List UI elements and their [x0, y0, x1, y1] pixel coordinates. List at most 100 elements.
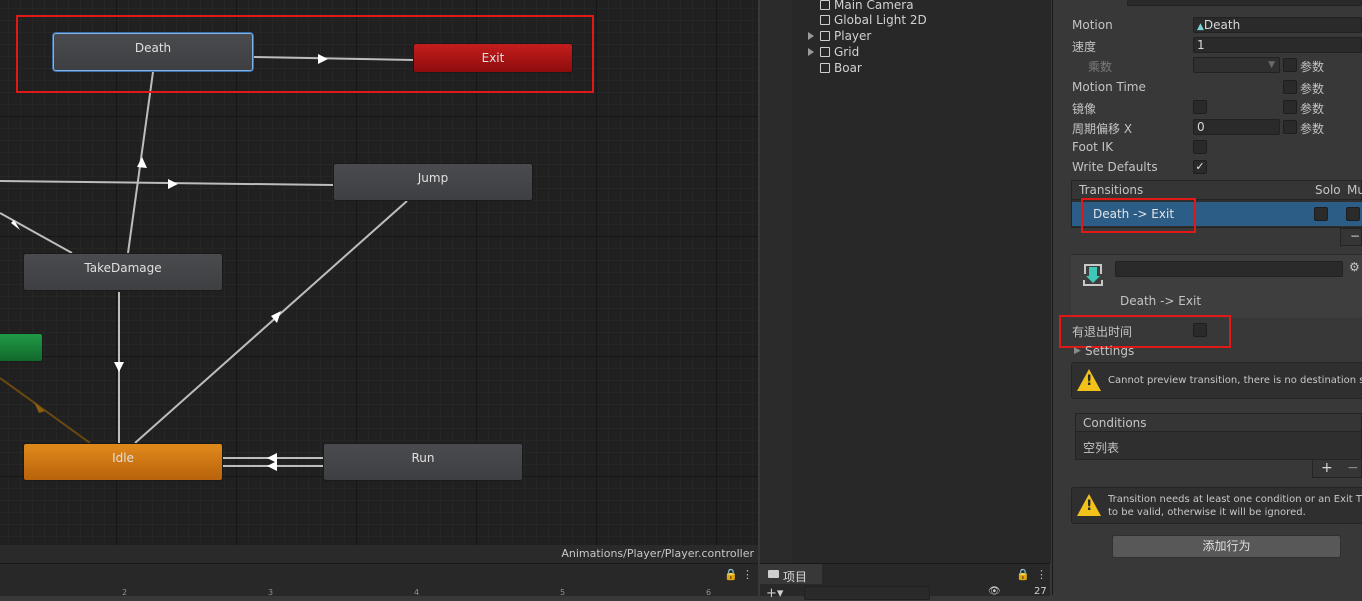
transitions-header-label: Transitions [1079, 183, 1144, 197]
top-field[interactable] [1127, 0, 1362, 6]
conditions-header: Conditions [1075, 413, 1362, 432]
eye-icon[interactable]: 👁 [988, 586, 1001, 597]
hierarchy-item-label: Player [834, 29, 872, 43]
timeline-bar: 🔒 ⋮ 2 3 4 5 6 [0, 563, 758, 597]
hierarchy-item[interactable]: Boar [820, 60, 862, 76]
add-behaviour-button[interactable]: 添加行为 [1112, 535, 1341, 558]
param-label: 参数 [1300, 122, 1325, 136]
expand-arrow-icon[interactable] [808, 32, 814, 40]
conditions-header-label: Conditions [1083, 416, 1147, 430]
project-count: 27 [1034, 586, 1047, 597]
condition-warning-line2: to be valid, otherwise it will be ignore… [1108, 507, 1306, 518]
state-idle-label: Idle [112, 451, 134, 465]
transition-title: Death -> Exit [1120, 294, 1202, 308]
mirror-checkbox[interactable] [1193, 100, 1207, 114]
mirror-param-checkbox[interactable] [1283, 100, 1297, 114]
hierarchy-item[interactable]: Grid [820, 44, 859, 60]
state-take-damage[interactable]: TakeDamage [23, 253, 223, 291]
mirror-label: 镜像 [1072, 102, 1097, 116]
write-defaults-checkbox[interactable]: ✓ [1193, 160, 1207, 174]
hierarchy-item[interactable]: Global Light 2D [820, 12, 927, 28]
hierarchy-item[interactable]: Player [820, 28, 871, 44]
lock-icon[interactable]: 🔒 [1016, 568, 1030, 581]
state-run[interactable]: Run [323, 443, 523, 481]
hierarchy-item-label: Global Light 2D [834, 13, 927, 27]
transition-row-label: Death -> Exit [1093, 207, 1175, 221]
timeline-tick: 3 [268, 588, 274, 597]
mute-checkbox[interactable] [1346, 207, 1360, 221]
tab-project-label: 项目 [783, 570, 808, 584]
cycle-offset-param-checkbox[interactable] [1283, 120, 1297, 134]
transitions-header: Transitions Solo Mu [1071, 180, 1362, 200]
speed-field[interactable]: 1 [1193, 37, 1362, 53]
transition-row[interactable]: Death -> Exit [1072, 202, 1362, 226]
project-search-input[interactable] [804, 586, 930, 600]
multiplier-dropdown[interactable]: ▼ [1193, 57, 1280, 73]
hierarchy-item-label: Boar [834, 61, 862, 75]
foot-ik-label: Foot IK [1072, 140, 1114, 154]
foldout-arrow-icon[interactable]: ▶ [1074, 346, 1081, 356]
gameobject-icon [820, 0, 830, 10]
controller-path: Animations/Player/Player.controller [561, 547, 754, 560]
state-jump[interactable]: Jump [333, 163, 533, 201]
state-death[interactable]: Death [53, 33, 253, 71]
state-take-damage-label: TakeDamage [84, 261, 162, 275]
remove-transition-button[interactable]: − [1340, 228, 1362, 246]
animation-clip-icon: ▲ [1197, 22, 1204, 32]
hierarchy-gutter [760, 0, 792, 563]
motion-field[interactable]: ▲Death [1193, 17, 1362, 33]
settings-foldout[interactable]: Settings [1085, 344, 1134, 358]
project-panel-header: 项目 🔒 ⋮ +▾ 👁 27 [760, 563, 1050, 601]
add-condition-icon[interactable]: + [1321, 460, 1333, 476]
timeline-tick: 4 [414, 588, 420, 597]
param-label: 参数 [1300, 102, 1325, 116]
cycle-offset-label: 周期偏移 X [1072, 122, 1133, 136]
has-exit-time-checkbox[interactable] [1193, 323, 1207, 337]
state-entry[interactable] [0, 333, 43, 362]
state-jump-label: Jump [417, 171, 449, 185]
state-exit-label: Exit [481, 51, 505, 65]
timeline-tick: 2 [122, 588, 128, 597]
animator-graph[interactable]: Death Exit Jump TakeDamage Idle Run Anim… [0, 0, 758, 563]
gameobject-icon [820, 63, 830, 73]
preview-warning-text: Cannot preview transition, there is no d… [1108, 375, 1362, 386]
has-exit-time-label: 有退出时间 [1072, 325, 1133, 339]
gear-icon[interactable]: ⚙ [1349, 260, 1360, 274]
hierarchy-item-label: Grid [834, 45, 860, 59]
motion-label: Motion [1072, 18, 1113, 32]
transition-name-field[interactable] [1115, 261, 1343, 277]
multiplier-param-checkbox[interactable] [1283, 58, 1297, 72]
param-label: 参数 [1300, 60, 1325, 74]
solo-checkbox[interactable] [1314, 207, 1328, 221]
gameobject-icon [820, 31, 830, 41]
multiplier-label: 乘数 [1088, 60, 1113, 74]
expand-arrow-icon[interactable] [808, 48, 814, 56]
folder-icon [768, 570, 779, 578]
menu-icon[interactable]: ⋮ [1036, 568, 1047, 581]
motion-time-param-checkbox[interactable] [1283, 80, 1297, 94]
hierarchy-item-label: Main Camera [834, 0, 914, 12]
motion-time-label: Motion Time [1072, 80, 1146, 94]
gameobject-icon [820, 15, 830, 25]
lock-icon[interactable]: 🔒 [724, 568, 738, 581]
tab-project[interactable]: 项目 [760, 564, 822, 584]
speed-label: 速度 [1072, 40, 1097, 54]
param-label: 参数 [1300, 82, 1325, 96]
conditions-empty-label: 空列表 [1083, 441, 1120, 455]
state-idle[interactable]: Idle [23, 443, 223, 481]
minus-icon: − [1350, 229, 1361, 243]
motion-field-value: Death [1203, 18, 1241, 32]
cycle-offset-field[interactable]: 0 [1193, 119, 1280, 135]
conditions-footer: + − [1312, 460, 1362, 478]
remove-condition-icon[interactable]: − [1347, 460, 1359, 476]
state-run-label: Run [411, 451, 435, 465]
foot-ik-checkbox[interactable] [1193, 140, 1207, 154]
condition-warning-box: ! Transition needs at least one conditio… [1071, 487, 1362, 524]
state-exit[interactable]: Exit [413, 43, 573, 73]
menu-icon[interactable]: ⋮ [742, 568, 753, 581]
gameobject-icon [820, 47, 830, 57]
add-icon[interactable]: +▾ [766, 586, 783, 601]
state-death-label: Death [134, 41, 172, 55]
mute-label: Mu [1347, 183, 1362, 197]
conditions-list: 空列表 [1075, 432, 1362, 460]
